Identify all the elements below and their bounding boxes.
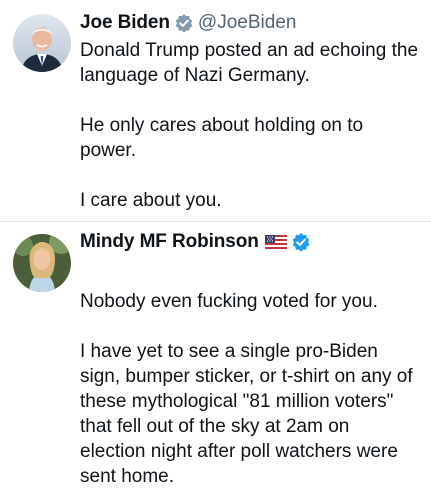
post-text: Donald Trump posted an ad echoing the la… [80, 38, 420, 213]
post-header: Mindy MF Robinson [80, 230, 311, 254]
author-name[interactable]: Joe Biden [80, 12, 170, 34]
post-mindy-robinson[interactable]: Mindy MF Robinson Nobody even fucking vo… [0, 221, 431, 500]
avatar[interactable] [13, 234, 71, 292]
post-paragraph: I have yet to see a single pro-Biden sig… [80, 341, 413, 487]
post-paragraph: I care about you. [80, 190, 222, 211]
post-paragraph: He only cares about holding on to power. [80, 115, 364, 161]
post-joe-biden[interactable]: Joe Biden @JoeBiden Donald Trump posted … [0, 0, 431, 221]
us-flag-icon [264, 235, 287, 249]
author-name[interactable]: Mindy MF Robinson [80, 231, 259, 253]
verified-badge-icon [291, 232, 311, 252]
post-paragraph: Donald Trump posted an ad echoing the la… [80, 40, 419, 86]
post-text: Nobody even fucking voted for you. I hav… [80, 289, 420, 489]
post-header: Joe Biden @JoeBiden [80, 11, 296, 35]
post-paragraph: Nobody even fucking voted for you. [80, 291, 378, 312]
avatar[interactable] [13, 14, 71, 72]
verified-badge-icon [174, 13, 194, 33]
author-handle[interactable]: @JoeBiden [198, 12, 297, 34]
